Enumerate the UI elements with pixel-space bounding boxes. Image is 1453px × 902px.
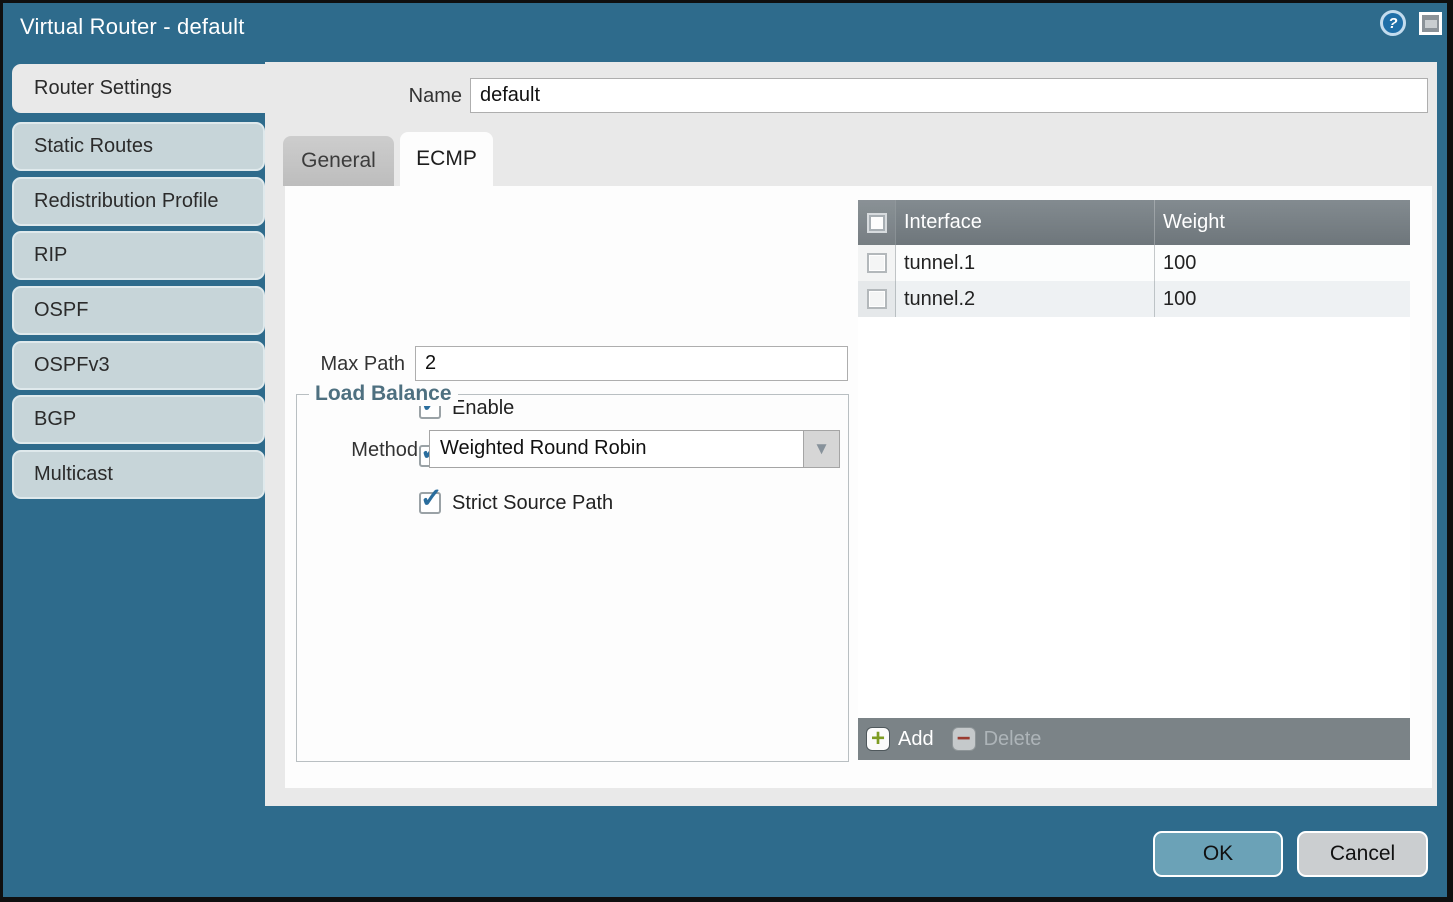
select-all-checkbox[interactable] bbox=[867, 213, 887, 233]
sidebar-item-label: Redistribution Profile bbox=[34, 190, 219, 213]
sidebar-item-label: OSPF bbox=[34, 299, 88, 322]
window-resize-icon-inner bbox=[1425, 20, 1437, 28]
window-resize-icon[interactable] bbox=[1419, 12, 1442, 35]
name-input[interactable] bbox=[470, 78, 1428, 113]
cancel-button[interactable]: Cancel bbox=[1297, 831, 1428, 877]
max-path-input[interactable] bbox=[415, 346, 848, 381]
tab-label: General bbox=[301, 149, 376, 173]
tab-label: ECMP bbox=[416, 147, 477, 171]
ok-button[interactable]: OK bbox=[1153, 831, 1283, 877]
method-dropdown[interactable]: Weighted Round Robin ▼ bbox=[429, 430, 840, 468]
table-footer-bar: + Add − Delete bbox=[858, 718, 1410, 760]
dialog-body: Name General ECMP ✓ Enable ✓ Symmetric R… bbox=[265, 62, 1437, 806]
sidebar-item-label: Static Routes bbox=[34, 135, 153, 158]
cell-weight: 100 bbox=[1155, 281, 1410, 317]
delete-button[interactable]: Delete bbox=[984, 728, 1042, 751]
chevron-down-icon: ▼ bbox=[813, 439, 830, 459]
column-header-weight: Weight bbox=[1155, 200, 1410, 245]
ecmp-tab-panel: ✓ Enable ✓ Symmetric Return ✓ Strict Sou… bbox=[285, 186, 1432, 788]
column-header-interface: Interface bbox=[896, 200, 1155, 245]
table-row[interactable]: tunnel.2 100 bbox=[858, 281, 1410, 317]
sidebar-item-redistribution-profile[interactable]: Redistribution Profile bbox=[12, 177, 265, 226]
sidebar-item-label: Router Settings bbox=[34, 77, 172, 100]
sidebar-item-ospf[interactable]: OSPF bbox=[12, 286, 265, 335]
cell-weight: 100 bbox=[1155, 245, 1410, 281]
delete-icon[interactable]: − bbox=[952, 727, 976, 751]
sidebar-item-label: BGP bbox=[34, 408, 76, 431]
cell-interface: tunnel.1 bbox=[896, 245, 1155, 281]
sidebar-item-router-settings[interactable]: Router Settings bbox=[12, 64, 270, 113]
row-checkbox-cell bbox=[858, 245, 896, 281]
row-checkbox[interactable] bbox=[867, 253, 887, 273]
row-checkbox-cell bbox=[858, 281, 896, 317]
sidebar-item-bgp[interactable]: BGP bbox=[12, 395, 265, 444]
sidebar-item-label: OSPFv3 bbox=[34, 354, 110, 377]
method-dropdown-arrow-button[interactable]: ▼ bbox=[803, 431, 839, 467]
add-button[interactable]: Add bbox=[898, 728, 934, 751]
sidebar-item-label: RIP bbox=[34, 244, 67, 267]
max-path-label: Max Path bbox=[285, 353, 405, 376]
sidebar-item-label: Multicast bbox=[34, 463, 113, 486]
name-label: Name bbox=[345, 85, 462, 108]
sidebar-item-rip[interactable]: RIP bbox=[12, 231, 265, 280]
tab-ecmp[interactable]: ECMP bbox=[400, 132, 493, 186]
sidebar-item-multicast[interactable]: Multicast bbox=[12, 450, 265, 499]
sidebar-item-ospfv3[interactable]: OSPFv3 bbox=[12, 341, 265, 390]
load-balance-fieldset: Load Balance Method Weighted Round Robin… bbox=[296, 394, 849, 762]
window-title: Virtual Router - default bbox=[20, 14, 245, 40]
sidebar-item-static-routes[interactable]: Static Routes bbox=[12, 122, 265, 171]
row-checkbox[interactable] bbox=[867, 289, 887, 309]
add-icon[interactable]: + bbox=[866, 727, 890, 751]
table-row[interactable]: tunnel.1 100 bbox=[858, 245, 1410, 281]
tab-general[interactable]: General bbox=[283, 136, 394, 186]
interface-weight-table: Interface Weight tunnel.1 100 tunnel.2 1… bbox=[858, 200, 1410, 760]
cancel-button-label: Cancel bbox=[1330, 842, 1395, 866]
table-header-checkbox-cell bbox=[858, 200, 896, 245]
help-icon[interactable]: ? bbox=[1380, 10, 1406, 36]
help-icon-glyph: ? bbox=[1388, 15, 1397, 32]
load-balance-legend: Load Balance bbox=[309, 382, 458, 406]
table-header-row: Interface Weight bbox=[858, 200, 1410, 245]
cell-interface: tunnel.2 bbox=[896, 281, 1155, 317]
ok-button-label: OK bbox=[1203, 842, 1233, 866]
method-dropdown-value: Weighted Round Robin bbox=[440, 437, 646, 460]
method-label: Method bbox=[297, 439, 418, 462]
